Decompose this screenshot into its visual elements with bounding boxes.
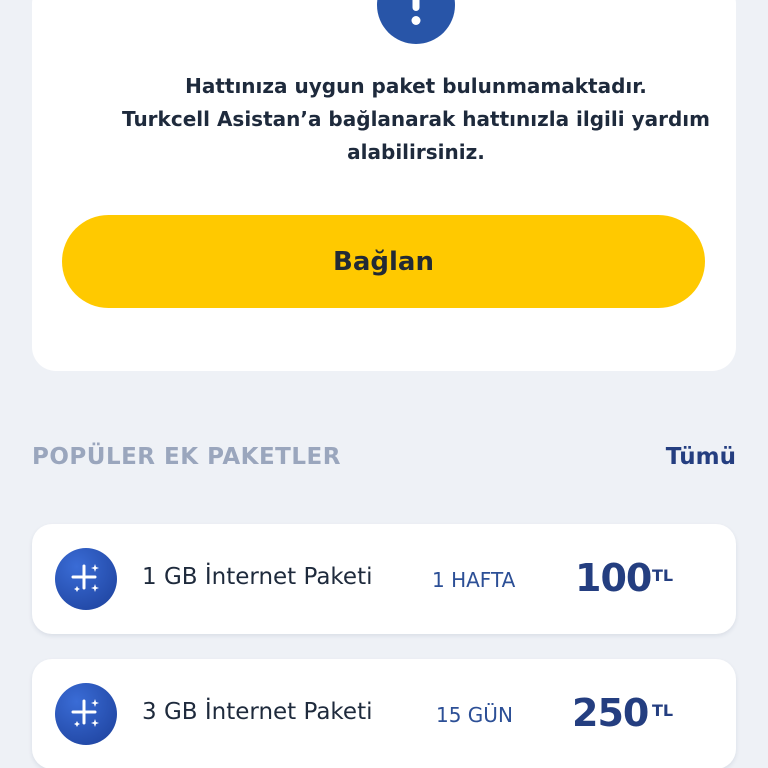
sparkle-plus-icon (55, 683, 117, 745)
package-price: 100 (575, 556, 652, 600)
package-card[interactable]: 3 GB İnternet Paketi 15 GÜN 250 TL (32, 659, 736, 768)
package-card[interactable]: 1 GB İnternet Paketi 1 HAFTA 100 TL (32, 524, 736, 634)
connect-button[interactable]: Bağlan (62, 215, 705, 308)
notice-line: alabilirsiniz. (347, 140, 485, 164)
package-name: 3 GB İnternet Paketi (142, 699, 373, 725)
package-duration: 1 HAFTA (432, 568, 516, 592)
notice-line: Hattınıza uygun paket bulunmamaktadır. (185, 74, 647, 98)
package-duration: 15 GÜN (436, 703, 513, 727)
package-currency: TL (652, 566, 674, 585)
package-name: 1 GB İnternet Paketi (142, 564, 373, 590)
section-title: POPÜLER EK PAKETLER (32, 444, 341, 470)
notice-message: Hattınıza uygun paket bulunmamaktadır. T… (92, 70, 740, 169)
see-all-link[interactable]: Tümü (666, 444, 736, 470)
notice-card: Hattınıza uygun paket bulunmamaktadır. T… (32, 0, 736, 371)
package-currency: TL (652, 701, 674, 720)
sparkle-plus-icon (55, 548, 117, 610)
package-price: 250 (572, 691, 649, 735)
notice-line: Turkcell Asistan’a bağlanarak hattınızla… (122, 107, 710, 131)
exclamation-icon (377, 0, 455, 44)
